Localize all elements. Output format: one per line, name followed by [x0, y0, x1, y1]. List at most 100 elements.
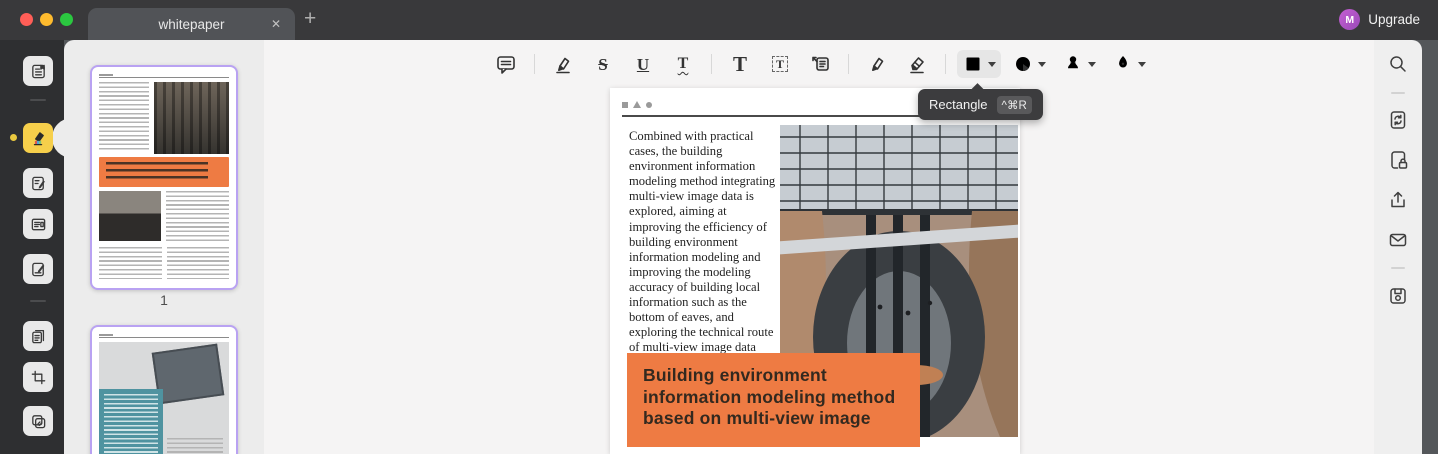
- minimize-window-button[interactable]: [40, 13, 53, 26]
- callout-tool-button[interactable]: [808, 52, 832, 76]
- thumb-text-block: [167, 438, 223, 454]
- rail-divider: [1391, 92, 1405, 94]
- save-button[interactable]: [1387, 285, 1409, 307]
- chevron-down-icon: [1038, 61, 1046, 67]
- batch-icon: [31, 414, 45, 428]
- sidebar-item-fill-sign[interactable]: [23, 254, 53, 284]
- convert-file-icon: [1390, 111, 1406, 129]
- text-box-tool-button[interactable]: T: [768, 52, 792, 76]
- close-tab-icon[interactable]: ✕: [271, 17, 281, 31]
- active-tool-dot: [10, 134, 17, 141]
- sidebar-item-crop[interactable]: [23, 362, 53, 392]
- crop-icon: [31, 370, 45, 384]
- avatar[interactable]: M: [1339, 9, 1361, 30]
- save-icon: [1390, 288, 1406, 304]
- zoom-window-button[interactable]: [60, 13, 73, 26]
- callout-icon: [812, 56, 829, 71]
- page-thumbnail-1[interactable]: [90, 65, 238, 290]
- sidebar-item-organize-pages[interactable]: [23, 321, 53, 351]
- text-tool-button[interactable]: T: [728, 52, 752, 76]
- tooltip-shortcut-badge: ^⌘R: [996, 95, 1032, 114]
- email-button[interactable]: [1387, 229, 1409, 251]
- triangle-glyph: [633, 101, 641, 108]
- thumb-text-block: [99, 247, 162, 279]
- headline-line-2: information modeling method: [643, 386, 896, 407]
- search-icon: [1390, 56, 1406, 72]
- text-icon: T: [732, 51, 747, 76]
- shapes-tool-button[interactable]: [1012, 53, 1046, 75]
- signature-pen-icon: [1119, 56, 1127, 68]
- signature-tool-button[interactable]: [1112, 53, 1146, 75]
- envelope-icon: [1389, 233, 1407, 247]
- thumb-banner-text: [106, 162, 209, 182]
- toolbar-divider: [711, 54, 712, 74]
- account-area: M Upgrade: [1339, 9, 1420, 30]
- rectangle-tool-button[interactable]: [957, 50, 1001, 78]
- page-number-label: 1: [160, 292, 168, 308]
- headline-line-3: based on multi-view image: [643, 408, 871, 428]
- sidebar-item-form[interactable]: [23, 209, 53, 239]
- right-tool-rail: [1374, 40, 1422, 454]
- square-glyph: [622, 101, 628, 108]
- rail-divider: [1391, 267, 1405, 269]
- pencil-tool-button[interactable]: [865, 52, 889, 76]
- thumb-banner: [99, 157, 229, 187]
- rectangle-tooltip: Rectangle ^⌘R: [918, 89, 1043, 120]
- circle-glyph: [646, 101, 652, 108]
- share-button[interactable]: [1387, 189, 1409, 211]
- sidebar-item-markup[interactable]: [23, 123, 53, 153]
- lock-file-icon: [1391, 151, 1408, 169]
- thumb-content: [99, 191, 229, 243]
- share-icon: [1391, 191, 1405, 208]
- signature-page-icon: [31, 262, 44, 276]
- thumb-text-block: [104, 394, 158, 454]
- sidebar-item-reader[interactable]: [23, 56, 53, 86]
- chevron-down-icon: [1138, 61, 1146, 67]
- title-bar: whitepaper ✕ + M Upgrade: [0, 0, 1438, 40]
- annotation-toolbar: S U T T T: [264, 40, 1374, 88]
- headline-banner: Building environment information modelin…: [627, 353, 920, 447]
- document-tab[interactable]: whitepaper ✕: [88, 8, 295, 40]
- highlight-tool-button[interactable]: [551, 52, 575, 76]
- tooltip-label: Rectangle: [929, 97, 988, 112]
- highlighter-icon: [33, 131, 44, 145]
- stamp-icon: [1068, 56, 1078, 69]
- new-tab-button[interactable]: +: [304, 7, 316, 31]
- close-window-button[interactable]: [20, 13, 33, 26]
- eraser-tool-button[interactable]: [905, 52, 929, 76]
- underline-icon: U: [636, 54, 650, 74]
- left-tool-dock: [0, 40, 92, 454]
- traffic-lights: [20, 13, 73, 26]
- pencil-icon: [872, 57, 884, 71]
- search-button[interactable]: [1387, 53, 1409, 75]
- edit-page-icon: [31, 176, 45, 190]
- thumbnail-panel: 1: [64, 40, 264, 454]
- chevron-down-icon: [1088, 61, 1096, 67]
- page-thumbnail-2[interactable]: [90, 325, 238, 454]
- stamp-tool-button[interactable]: [1062, 53, 1096, 75]
- sidebar-item-batch[interactable]: [23, 406, 53, 436]
- app-window: whitepaper ✕ + M Upgrade 1 S U T T T Rec…: [0, 0, 1438, 454]
- squiggly-tool-button[interactable]: T: [671, 52, 695, 76]
- protect-button[interactable]: [1387, 149, 1409, 171]
- toolbar-divider: [534, 54, 535, 74]
- strikethrough-icon: S: [598, 54, 608, 74]
- thumb-text-block: [166, 247, 229, 279]
- thumb-header: [99, 74, 229, 78]
- tab-title: whitepaper: [158, 16, 225, 32]
- form-icon: [31, 218, 45, 230]
- dock-divider: [30, 99, 46, 101]
- shapes-icon: [1016, 57, 1030, 72]
- pdf-page[interactable]: Combined with practical cases, the build…: [610, 88, 1020, 454]
- strikethrough-tool-button[interactable]: S: [591, 52, 615, 76]
- toolbar-divider: [848, 54, 849, 74]
- sidebar-item-comment-edit[interactable]: [23, 168, 53, 198]
- underline-tool-button[interactable]: U: [631, 52, 655, 76]
- note-tool-button[interactable]: [494, 52, 518, 76]
- eraser-icon: [910, 57, 924, 74]
- squiggly-underline-icon: T: [677, 55, 689, 72]
- upgrade-button[interactable]: Upgrade: [1368, 12, 1420, 27]
- convert-button[interactable]: [1387, 109, 1409, 131]
- page-ornament: [622, 101, 652, 108]
- thumb-text-block: [99, 82, 149, 150]
